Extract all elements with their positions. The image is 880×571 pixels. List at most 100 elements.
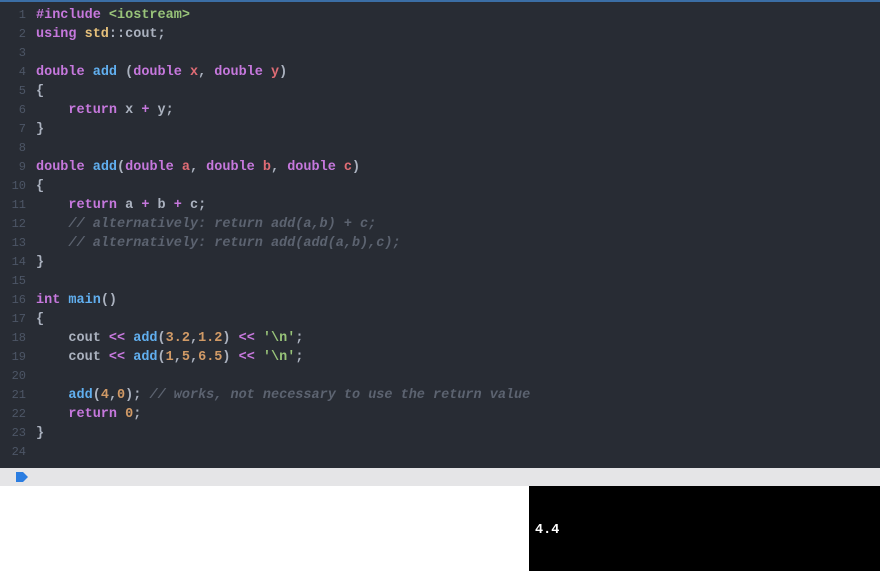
code-line[interactable]: int main() <box>36 291 880 310</box>
token: , <box>190 160 206 175</box>
line-number: 3 <box>0 44 26 63</box>
token: '\n' <box>263 350 295 365</box>
code-line[interactable]: return x + y; <box>36 101 880 120</box>
token: double <box>206 160 263 175</box>
code-line[interactable]: { <box>36 82 880 101</box>
token: ; <box>158 27 166 42</box>
code-line[interactable] <box>36 367 880 386</box>
token: // alternatively: return add(a,b) + c; <box>68 217 376 232</box>
code-line[interactable]: return a + b + c; <box>36 196 880 215</box>
token: } <box>36 122 44 137</box>
token: ( <box>158 350 166 365</box>
code-line[interactable]: return 0; <box>36 405 880 424</box>
line-number: 22 <box>0 405 26 424</box>
token: ) <box>222 350 238 365</box>
code-line[interactable] <box>36 44 880 63</box>
token: { <box>36 84 44 99</box>
code-line[interactable]: } <box>36 120 880 139</box>
token: double <box>287 160 344 175</box>
code-line[interactable]: using std::cout; <box>36 25 880 44</box>
output-console[interactable]: 4.4 12.5 Program ended with exit code: 0 <box>529 486 880 571</box>
variables-pane[interactable] <box>0 486 529 571</box>
code-line[interactable]: // alternatively: return add(add(a,b),c)… <box>36 234 880 253</box>
token: 0 <box>117 388 125 403</box>
token: c <box>182 198 198 213</box>
token: // alternatively: return add(add(a,b),c)… <box>68 236 400 251</box>
code-line[interactable]: // alternatively: return add(a,b) + c; <box>36 215 880 234</box>
token: , <box>190 350 198 365</box>
line-number: 16 <box>0 291 26 310</box>
token: add <box>68 388 92 403</box>
line-number: 12 <box>0 215 26 234</box>
token: b <box>263 160 271 175</box>
breakpoint-bar[interactable] <box>0 468 880 486</box>
console-line: 4.4 <box>535 522 874 539</box>
code-line[interactable]: add(4,0); // works, not necessary to use… <box>36 386 880 405</box>
token: y <box>271 65 279 80</box>
token: double <box>125 160 182 175</box>
token: , <box>198 65 214 80</box>
token: ) <box>279 65 287 80</box>
code-line[interactable]: cout << add(3.2,1.2) << '\n'; <box>36 329 880 348</box>
code-line[interactable] <box>36 272 880 291</box>
token: ( <box>117 160 125 175</box>
token: :: <box>109 27 125 42</box>
token: std <box>85 27 109 42</box>
line-number: 23 <box>0 424 26 443</box>
token: cout <box>68 331 109 346</box>
code-line[interactable] <box>36 139 880 158</box>
line-number: 15 <box>0 272 26 291</box>
token <box>36 103 68 118</box>
token: 1 <box>166 350 174 365</box>
code-line[interactable]: #include <iostream> <box>36 6 880 25</box>
token: double <box>36 65 93 80</box>
code-line[interactable]: { <box>36 310 880 329</box>
line-number: 18 <box>0 329 26 348</box>
code-line[interactable]: cout << add(1,5,6.5) << '\n'; <box>36 348 880 367</box>
code-line[interactable]: double add(double a, double b, double c) <box>36 158 880 177</box>
token: add <box>93 65 125 80</box>
code-line[interactable]: { <box>36 177 880 196</box>
token: + <box>174 198 182 213</box>
run-pointer-icon <box>16 472 28 482</box>
line-number: 2 <box>0 25 26 44</box>
token: x <box>190 65 198 80</box>
token: } <box>36 255 44 270</box>
line-number: 8 <box>0 139 26 158</box>
token <box>255 331 263 346</box>
token: c <box>344 160 352 175</box>
token: add <box>93 160 117 175</box>
token: ; <box>133 407 141 422</box>
code-line[interactable]: } <box>36 253 880 272</box>
token: a <box>182 160 190 175</box>
code-line[interactable] <box>36 443 880 462</box>
token: 3.2 <box>166 331 190 346</box>
token: ( <box>158 331 166 346</box>
code-area[interactable]: #include <iostream>using std::cout;doubl… <box>30 2 880 468</box>
code-line[interactable]: double add (double x, double y) <box>36 63 880 82</box>
code-editor[interactable]: 123456789101112131415161718192021222324 … <box>0 0 880 468</box>
token: return <box>68 198 125 213</box>
token: 4 <box>101 388 109 403</box>
token: '\n' <box>263 331 295 346</box>
token <box>36 407 68 422</box>
token: 6.5 <box>198 350 222 365</box>
token: ; <box>198 198 206 213</box>
token: ) <box>352 160 360 175</box>
line-number: 1 <box>0 6 26 25</box>
line-number: 7 <box>0 120 26 139</box>
token: ; <box>166 103 174 118</box>
line-number: 11 <box>0 196 26 215</box>
token: double <box>214 65 271 80</box>
token: << <box>239 350 255 365</box>
line-number: 6 <box>0 101 26 120</box>
token: } <box>36 426 44 441</box>
token: cout <box>68 350 109 365</box>
token: return <box>68 407 125 422</box>
token <box>36 198 68 213</box>
code-line[interactable]: } <box>36 424 880 443</box>
token: double <box>36 160 93 175</box>
line-number: 20 <box>0 367 26 386</box>
bottom-panel: 4.4 12.5 Program ended with exit code: 0 <box>0 486 880 571</box>
line-number-gutter: 123456789101112131415161718192021222324 <box>0 2 30 468</box>
